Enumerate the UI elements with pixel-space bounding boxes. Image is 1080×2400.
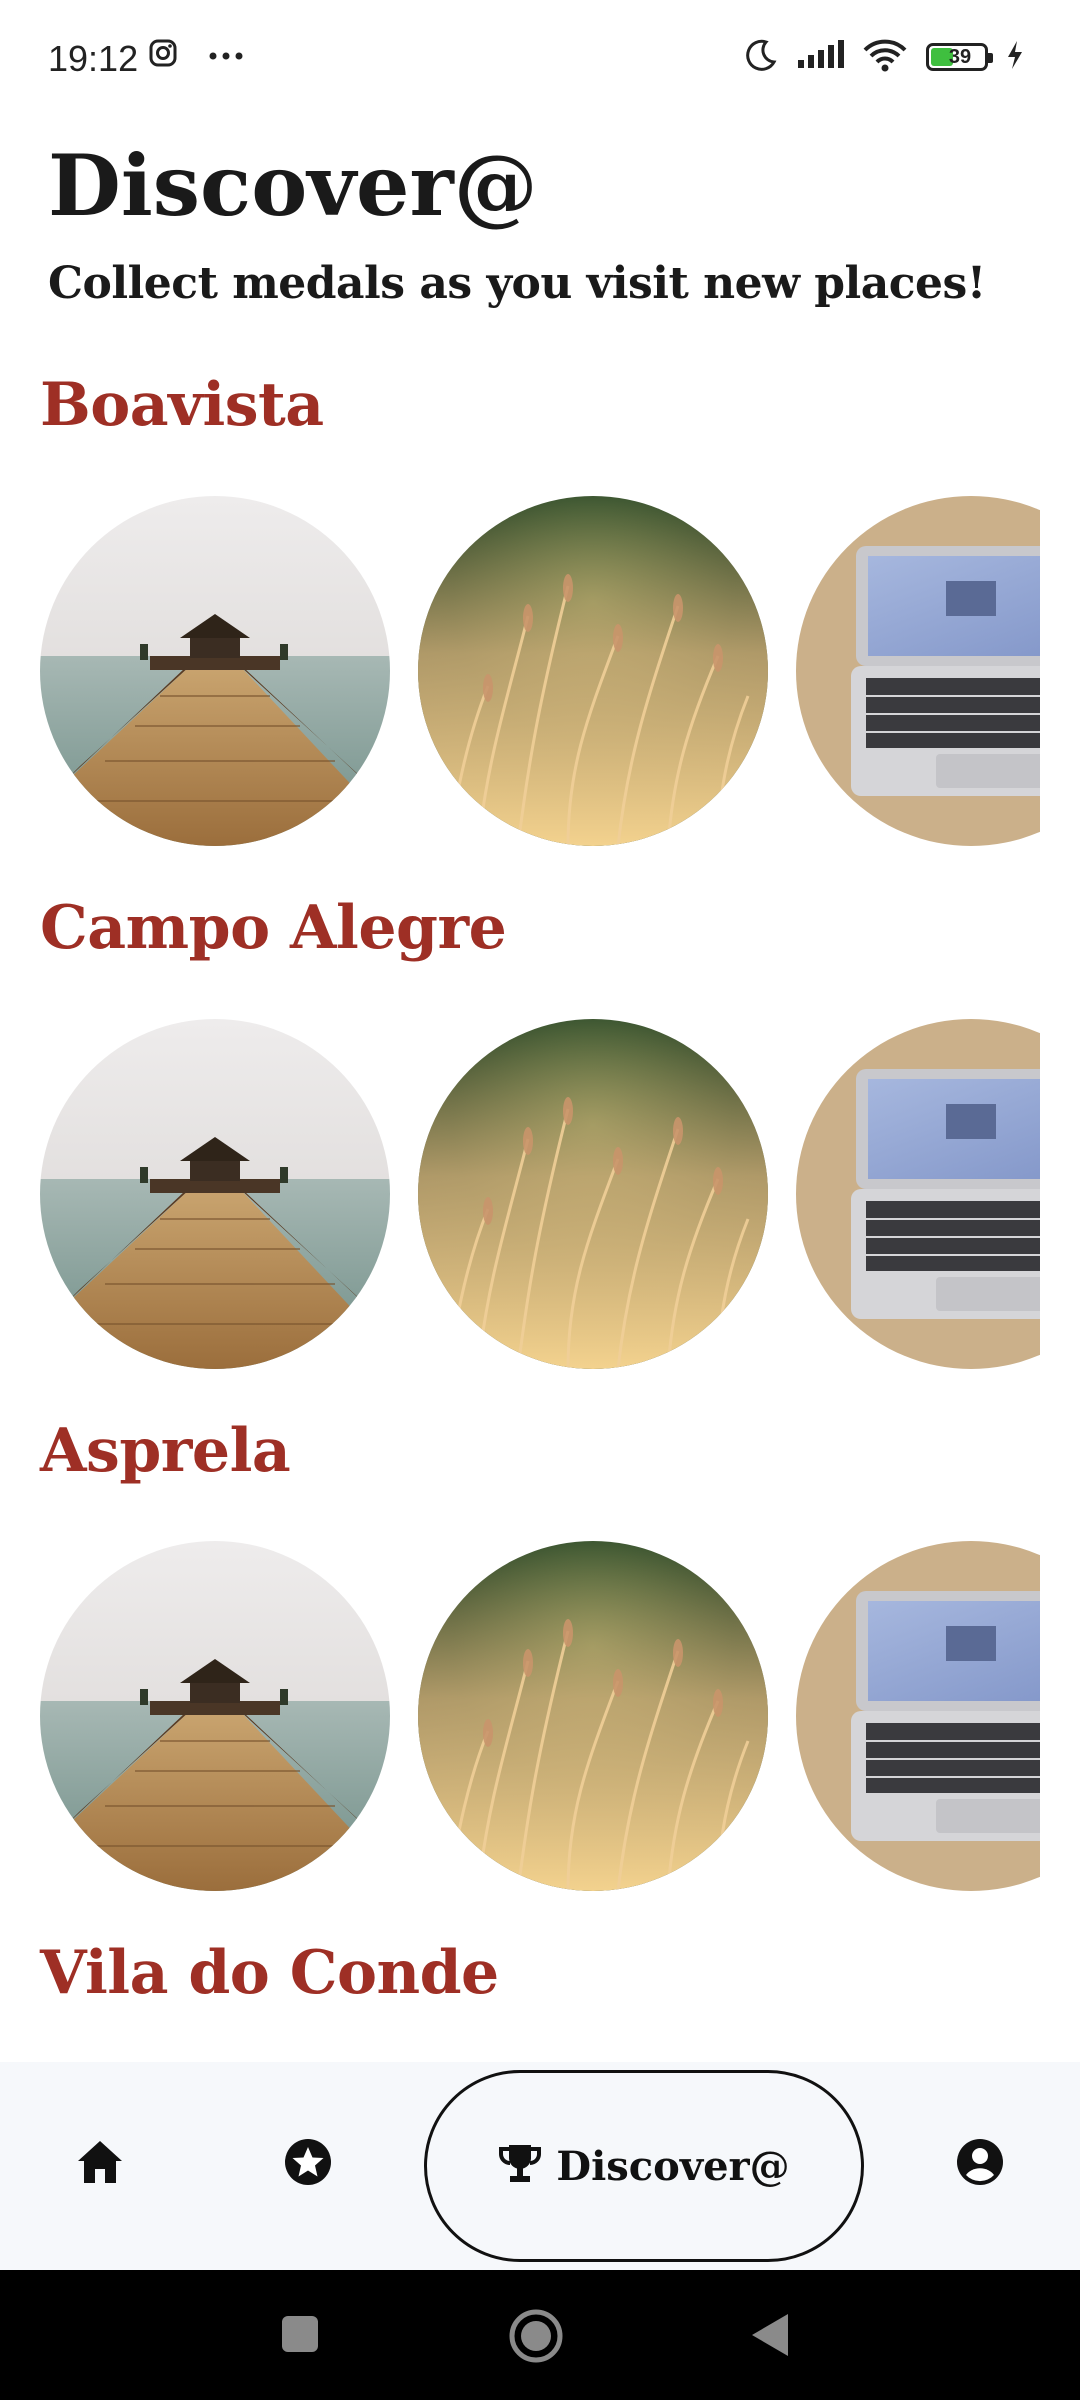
- home-button[interactable]: [508, 2308, 564, 2368]
- status-left-icons: [148, 38, 244, 72]
- medal-pier[interactable]: [40, 1019, 390, 1369]
- wifi-icon: [862, 38, 908, 76]
- medal-grass[interactable]: [418, 1019, 768, 1369]
- recents-button[interactable]: [280, 2314, 320, 2358]
- nav-discover[interactable]: Discover@: [424, 2070, 864, 2262]
- back-button[interactable]: [750, 2312, 790, 2362]
- medal-row-campo-alegre[interactable]: [0, 1019, 1040, 1369]
- medal-grass[interactable]: [418, 1541, 768, 1891]
- medal-pier[interactable]: [40, 1541, 390, 1891]
- status-right-icons: 39: [744, 38, 1024, 76]
- medal-laptop[interactable]: [796, 1541, 1040, 1891]
- star-badge-icon: [283, 2137, 333, 2191]
- page-title: Discover@: [48, 136, 538, 235]
- battery-icon: 39: [926, 43, 993, 71]
- charging-icon: [1006, 40, 1024, 74]
- section-title-vila-do-conde: Vila do Conde: [40, 1938, 499, 2008]
- system-nav-bar: [0, 2270, 1080, 2400]
- nav-medals[interactable]: [268, 2124, 348, 2204]
- section-title-campo-alegre: Campo Alegre: [40, 893, 507, 963]
- home-icon: [76, 2139, 124, 2189]
- medal-laptop[interactable]: [796, 496, 1040, 846]
- battery-level: 39: [948, 45, 972, 68]
- bottom-nav: Discover@: [0, 2062, 1080, 2270]
- signal-icon: [796, 40, 844, 74]
- account-icon: [955, 2137, 1005, 2191]
- status-time: 19:12: [48, 38, 139, 79]
- nav-home[interactable]: [60, 2124, 140, 2204]
- trophy-icon: [498, 2142, 542, 2190]
- medal-row-boavista[interactable]: [0, 496, 1040, 846]
- section-title-asprela: Asprela: [40, 1416, 291, 1486]
- nav-profile[interactable]: [940, 2124, 1020, 2204]
- status-bar: 19:12 39: [0, 0, 1080, 120]
- moon-icon: [744, 38, 778, 76]
- instagram-icon: [148, 38, 178, 72]
- medal-row-asprela[interactable]: [0, 1541, 1040, 1891]
- section-title-boavista: Boavista: [40, 370, 324, 440]
- more-dots-icon: [208, 46, 244, 65]
- medal-pier[interactable]: [40, 496, 390, 846]
- medal-laptop[interactable]: [796, 1019, 1040, 1369]
- nav-discover-label: Discover@: [556, 2142, 790, 2190]
- page-subtitle: Collect medals as you visit new places!: [48, 258, 986, 309]
- medal-grass[interactable]: [418, 496, 768, 846]
